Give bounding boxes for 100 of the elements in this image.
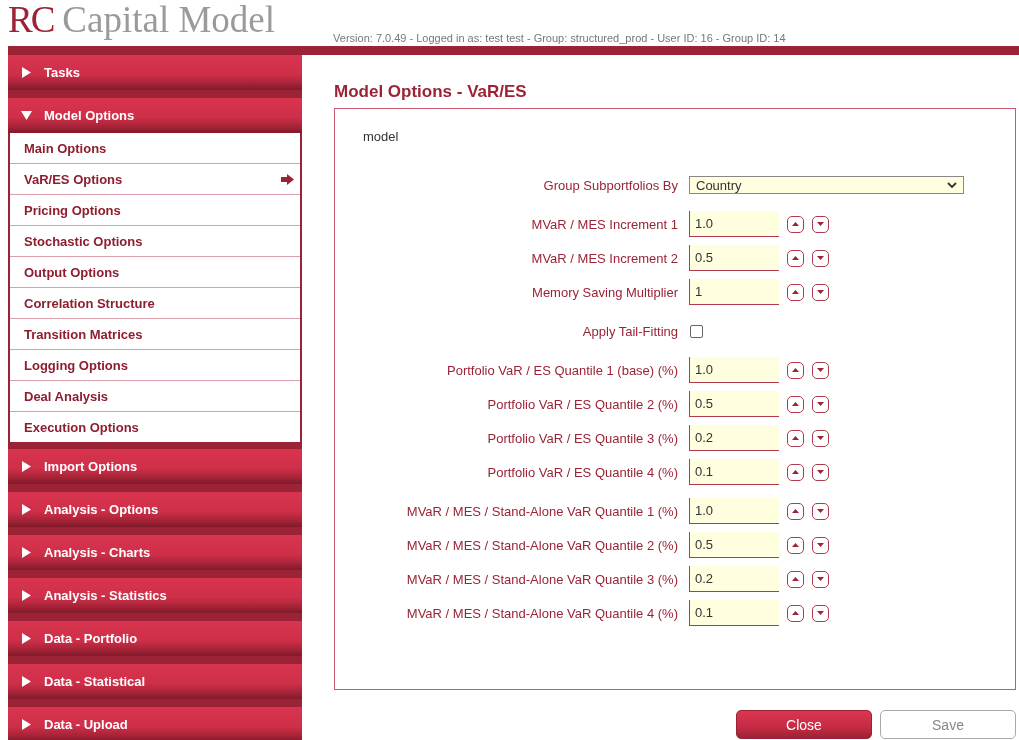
triangle-right-icon [21, 719, 32, 730]
increment-button[interactable] [787, 570, 804, 588]
checkbox[interactable] [690, 324, 703, 338]
triangle-up-icon [792, 470, 799, 474]
triangle-down-icon [817, 577, 824, 581]
submenu-item[interactable]: Pricing Options [10, 195, 300, 226]
sidebar-section[interactable]: Analysis - Statistics [8, 578, 302, 613]
triangle-up-icon [792, 222, 799, 226]
number-field[interactable]: 0.2 [689, 425, 779, 451]
sidebar-section[interactable]: Data - Portfolio [8, 621, 302, 656]
decrement-button[interactable] [812, 249, 829, 267]
increment-button[interactable] [787, 395, 804, 413]
triangle-up-icon [792, 543, 799, 547]
triangle-up-icon [792, 256, 799, 260]
submenu-item[interactable]: VaR/ES Options [10, 164, 300, 195]
triangle-right-icon [21, 504, 32, 515]
triangle-down-icon [817, 402, 824, 406]
page-title: Model Options - VaR/ES [334, 82, 528, 102]
triangle-right-icon [21, 676, 32, 687]
number-field[interactable]: 1.0 [689, 357, 779, 383]
triangle-down-icon [21, 110, 32, 121]
number-field[interactable]: 0.5 [689, 245, 779, 271]
sidebar-section[interactable]: Import Options [8, 449, 302, 484]
decrement-button[interactable] [812, 361, 829, 379]
submenu-item[interactable]: Transition Matrices [10, 319, 300, 350]
triangle-down-icon [817, 256, 824, 260]
triangle-up-icon [792, 290, 799, 294]
increment-button[interactable] [787, 502, 804, 520]
sidebar-section[interactable]: Analysis - Charts [8, 535, 302, 570]
increment-button[interactable] [787, 429, 804, 447]
field-label: Portfolio VaR / ES Quantile 3 (%) [486, 430, 679, 446]
submenu-item[interactable]: Logging Options [10, 350, 300, 381]
dropdown-field[interactable]: Country [689, 176, 964, 194]
triangle-down-icon [817, 543, 824, 547]
field-label: Portfolio VaR / ES Quantile 4 (%) [486, 464, 679, 480]
submenu-item[interactable]: Stochastic Options [10, 226, 300, 257]
logo-text: Capital Model [62, 0, 276, 40]
decrement-button[interactable] [812, 215, 829, 233]
save-button[interactable]: Save [880, 710, 1016, 739]
number-field[interactable]: 0.5 [689, 532, 779, 558]
number-field[interactable]: 0.1 [689, 459, 779, 485]
submenu-item[interactable]: Correlation Structure [10, 288, 300, 319]
triangle-down-icon [817, 509, 824, 513]
submenu-item[interactable]: Output Options [10, 257, 300, 288]
submenu-item[interactable]: Execution Options [10, 412, 300, 442]
triangle-down-icon [817, 222, 824, 226]
decrement-button[interactable] [812, 429, 829, 447]
increment-button[interactable] [787, 361, 804, 379]
increment-button[interactable] [787, 283, 804, 301]
increment-button[interactable] [787, 536, 804, 554]
increment-button[interactable] [787, 463, 804, 481]
field-label: Portfolio VaR / ES Quantile 2 (%) [486, 396, 679, 412]
decrement-button[interactable] [812, 283, 829, 301]
decrement-button[interactable] [812, 570, 829, 588]
triangle-down-icon [817, 470, 824, 474]
number-field[interactable]: 0.2 [689, 566, 779, 592]
triangle-down-icon [817, 290, 824, 294]
decrement-button[interactable] [812, 502, 829, 520]
triangle-up-icon [792, 436, 799, 440]
triangle-up-icon [792, 402, 799, 406]
field-label: Memory Saving Multiplier [531, 284, 679, 300]
triangle-down-icon [817, 436, 824, 440]
field-label: MVaR / MES / Stand-Alone VaR Quantile 2 (%) [405, 537, 679, 553]
field-label: MVaR / MES / Stand-Alone VaR Quantile 4 (%) [405, 605, 679, 621]
triangle-right-icon [21, 461, 32, 472]
sidebar-section[interactable]: Tasks [8, 55, 302, 90]
field-label: MVaR / MES / Stand-Alone VaR Quantile 3 (%) [405, 571, 679, 587]
submenu-item[interactable]: Main Options [10, 133, 300, 164]
sidebar-section[interactable]: Model Options [8, 98, 302, 133]
triangle-right-icon [21, 547, 32, 558]
close-button[interactable]: Close [736, 710, 872, 739]
field-label: MVaR / MES Increment 2 [530, 250, 679, 266]
decrement-button[interactable] [812, 536, 829, 554]
decrement-button[interactable] [812, 395, 829, 413]
triangle-right-icon [21, 633, 32, 644]
number-field[interactable]: 1.0 [689, 498, 779, 524]
number-field[interactable]: 1.0 [689, 211, 779, 237]
field-label: MVaR / MES / Stand-Alone VaR Quantile 1 (%) [405, 503, 679, 519]
increment-button[interactable] [787, 604, 804, 622]
sidebar-section[interactable]: Data - Statistical [8, 664, 302, 699]
decrement-button[interactable] [812, 463, 829, 481]
triangle-right-icon [21, 67, 32, 78]
number-field[interactable]: 0.5 [689, 391, 779, 417]
decrement-button[interactable] [812, 604, 829, 622]
triangle-up-icon [792, 611, 799, 615]
sidebar-section[interactable]: Data - Upload [8, 707, 302, 740]
version-info: Version: 7.0.49 - Logged in as: test test - Group: structured_prod - User ID: 16 - Group ID: 14 [333, 32, 786, 44]
increment-button[interactable] [787, 215, 804, 233]
submenu-item[interactable]: Deal Analysis [10, 381, 300, 412]
increment-button[interactable] [787, 249, 804, 267]
triangle-down-icon [817, 611, 824, 615]
number-field[interactable]: 0.1 [689, 600, 779, 626]
triangle-up-icon [792, 509, 799, 513]
triangle-right-icon [21, 590, 32, 601]
field-label: Group Subportfolios By [542, 177, 679, 193]
triangle-down-icon [817, 368, 824, 372]
number-field[interactable]: 1 [689, 279, 779, 305]
sidebar-section[interactable]: Analysis - Options [8, 492, 302, 527]
logo-mark: RC [8, 0, 54, 40]
triangle-up-icon [792, 577, 799, 581]
